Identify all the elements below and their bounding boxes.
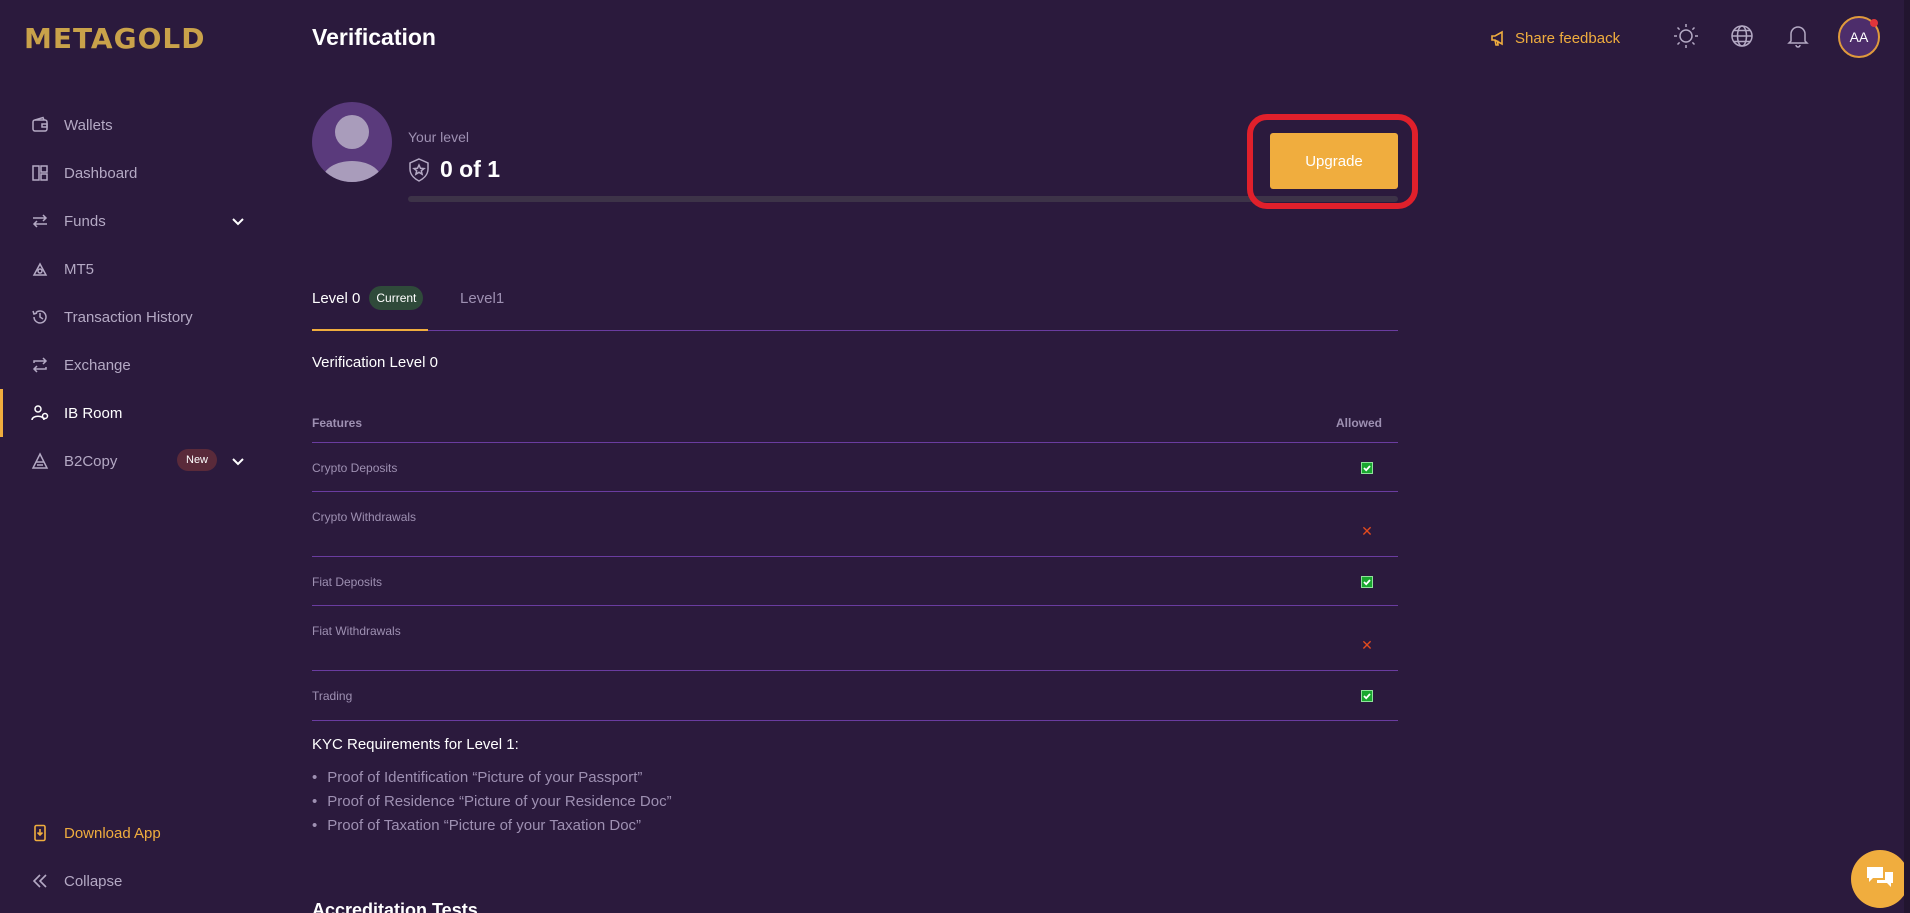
sidebar-item-b2copy[interactable]: B2Copy New [0,437,275,485]
share-feedback-label: Share feedback [1515,29,1621,47]
list-item: Proof of Residence “Picture of your Resi… [312,789,671,813]
dashboard-icon [30,163,50,183]
sidebar-item-exchange[interactable]: Exchange [0,341,275,389]
current-badge: Current [369,286,424,310]
double-chevron-left-icon [30,871,50,891]
metagold-logo[interactable]: METAGOLD [24,20,205,56]
feature-name: Fiat Deposits [312,575,383,589]
list-item: Proof of Taxation “Picture of your Taxat… [312,813,672,837]
sidebar-item-wallets[interactable]: Wallets [0,101,275,149]
notifications-button[interactable] [1784,24,1812,52]
table-header: Features Allowed [312,404,1398,443]
sidebar-item-label: B2Copy [64,452,118,470]
allowed-check-icon [1361,690,1373,702]
sun-icon [1673,23,1699,54]
avatar-initials: AA [1849,29,1869,45]
chevron-down-icon[interactable] [228,451,248,471]
sidebar-item-funds[interactable]: Funds [0,197,275,245]
feature-name: Trading [312,689,353,703]
level-row: 0 of 1 [408,156,500,183]
chevron-down-icon[interactable] [228,211,248,231]
notification-dot [1870,19,1878,27]
features-table: Features Allowed Crypto Deposits Crypto … [312,404,1398,721]
sidebar-item-label: Dashboard [64,164,138,182]
collapse-label: Collapse [64,872,123,890]
column-header-allowed: Allowed [1335,416,1382,430]
download-app-label: Download App [64,824,161,842]
section-title: Verification Level 0 [312,354,438,371]
sidebar-nav: Wallets Dashboard Funds MT5 Transaction … [0,101,275,485]
share-feedback-area: Share feedback [1490,18,1620,58]
sidebar-item-ib-room[interactable]: IB Room [0,389,275,437]
table-row: Fiat Deposits [312,557,1398,606]
sidebar-item-label: MT5 [64,260,94,278]
profile-avatar [312,102,392,182]
megaphone-icon [1490,30,1507,47]
upgrade-highlight-outline [1247,114,1418,209]
table-row: Crypto Withdrawals ✕ [312,492,1398,557]
sidebar-item-dashboard[interactable]: Dashboard [0,149,275,197]
allowed-check-icon [1361,576,1373,588]
globe-icon [1730,24,1754,53]
theme-toggle-button[interactable] [1672,23,1700,54]
download-app-button[interactable]: Download App [0,809,275,857]
transfer-icon [30,211,50,231]
language-button[interactable] [1728,24,1756,52]
kyc-requirements-list: Proof of Identification “Picture of your… [312,765,672,837]
mobile-download-icon [30,823,50,843]
table-row: Crypto Deposits [312,443,1398,492]
sidebar-item-label: IB Room [64,404,123,422]
bell-icon [1787,24,1809,53]
share-feedback-button[interactable]: Share feedback [1490,30,1620,47]
shield-star-icon [408,157,430,182]
user-silhouette-icon [322,115,382,182]
collapse-button[interactable]: Collapse [0,857,275,905]
column-header-features: Features [312,416,363,430]
exchange-icon [30,355,50,375]
tab-level-0[interactable]: Level 0 Current [312,286,428,331]
feature-name: Crypto Deposits [312,461,398,475]
allowed-check-icon [1361,462,1373,474]
feature-name: Crypto Withdrawals [312,510,417,524]
b2copy-icon [30,451,50,471]
sidebar-item-transaction-history[interactable]: Transaction History [0,293,275,341]
new-badge: New [177,449,218,471]
sidebar: METAGOLD Wallets Dashboard Funds MT5 Tra… [0,0,275,913]
tab-label: Level 0 [312,290,361,307]
level-tabs: Level 0 Current Level1 [312,286,1398,331]
not-allowed-x-icon: ✕ [1361,523,1373,539]
page-title: Verification [312,24,436,50]
mt5-icon [30,259,50,279]
scrollbar[interactable] [1904,0,1910,913]
ib-room-icon [30,403,50,423]
sidebar-item-mt5[interactable]: MT5 [0,245,275,293]
tab-level-1[interactable]: Level1 [460,290,504,331]
wallet-icon [30,115,50,135]
kyc-requirements-title: KYC Requirements for Level 1: [312,736,519,753]
sidebar-item-label: Transaction History [64,308,193,326]
chat-icon [1865,864,1895,895]
sidebar-bottom: Download App Collapse [0,809,275,905]
accreditation-tests-title: Accreditation Tests [312,900,478,913]
table-row: Fiat Withdrawals ✕ [312,606,1398,671]
sidebar-item-label: Exchange [64,356,131,374]
not-allowed-x-icon: ✕ [1361,637,1373,653]
tab-label: Level1 [460,290,505,307]
table-row: Trading [312,671,1398,721]
logo-text: METAGOLD [24,21,206,55]
level-value: 0 of 1 [440,156,501,182]
list-item: Proof of Identification “Picture of your… [312,765,672,789]
live-chat-button[interactable] [1851,850,1909,908]
your-level-label: Your level [408,129,469,145]
sidebar-item-label: Wallets [64,116,113,134]
history-icon [30,307,50,327]
sidebar-item-label: Funds [64,212,106,230]
feature-name: Fiat Withdrawals [312,624,401,638]
